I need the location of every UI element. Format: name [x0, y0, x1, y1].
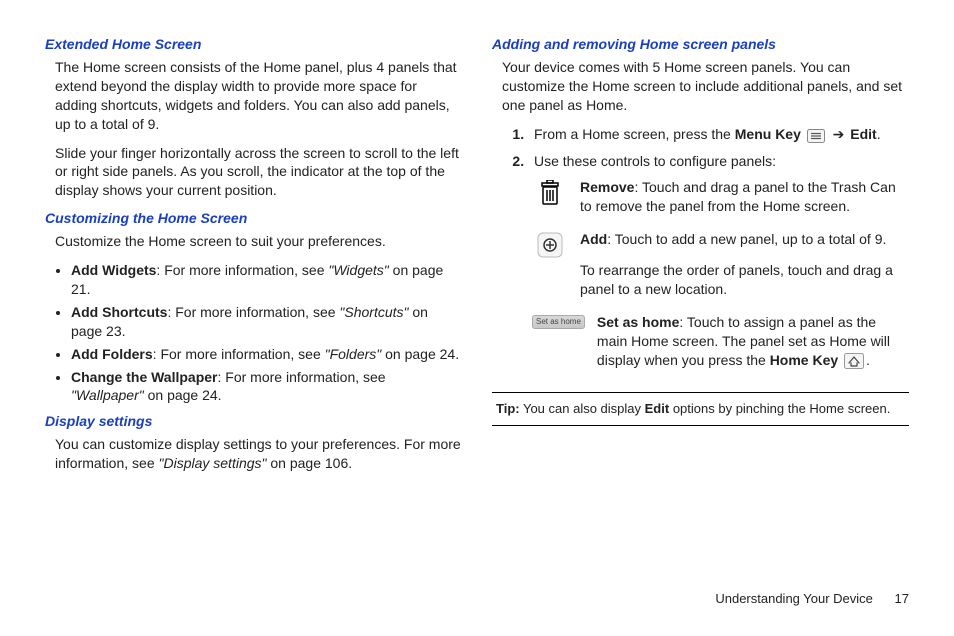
bullet-label: Add Widgets [71, 262, 156, 278]
bullet-ref: "Wallpaper" [71, 387, 144, 403]
control-text: Add: Touch to add a new panel, up to a t… [580, 230, 909, 299]
trash-icon [532, 178, 568, 216]
bullet-post: on page 24. [381, 346, 459, 362]
bullet-ref: "Widgets" [328, 262, 388, 278]
bullet-label: Add Folders [71, 346, 153, 362]
home-key-icon [844, 353, 864, 369]
page-footer: Understanding Your Device 17 [715, 591, 909, 606]
ref-italic: "Display settings" [159, 455, 267, 471]
bullet-pre: : For more information, see [218, 369, 386, 385]
tip-box: Tip: You can also display Edit options b… [492, 392, 909, 427]
steps-list: From a Home screen, press the Menu Key ➔… [500, 125, 909, 171]
control-label: Set as home [597, 314, 679, 330]
tip-label: Tip: [496, 401, 520, 416]
control-label: Add [580, 231, 607, 247]
text: To rearrange the order of panels, touch … [580, 261, 909, 299]
control-remove: Remove: Touch and drag a panel to the Tr… [532, 178, 909, 216]
paragraph: The Home screen consists of the Home pan… [55, 58, 462, 134]
bullet-ref: "Folders" [325, 346, 382, 362]
bullet-label: Change the Wallpaper [71, 369, 218, 385]
list-item: Change the Wallpaper: For more informati… [71, 368, 462, 406]
control-text: Remove: Touch and drag a panel to the Tr… [580, 178, 909, 216]
tip-bold: Edit [645, 401, 670, 416]
list-item: Add Widgets: For more information, see "… [71, 261, 462, 299]
footer-page-number: 17 [895, 591, 909, 606]
control-add: Add: Touch to add a new panel, up to a t… [532, 230, 909, 299]
menu-key-icon [807, 129, 825, 143]
right-column: Adding and removing Home screen panels Y… [492, 30, 909, 483]
home-key-label: Home Key [770, 352, 838, 368]
heading-extended-home: Extended Home Screen [45, 36, 462, 52]
arrow-icon: ➔ [833, 125, 845, 144]
set-as-home-button-graphic: Set as home [532, 315, 585, 329]
text: options by pinching the Home screen. [669, 401, 890, 416]
list-item: Add Folders: For more information, see "… [71, 345, 462, 364]
step-item: From a Home screen, press the Menu Key ➔… [528, 125, 909, 144]
text: on page 106. [266, 455, 352, 471]
menu-key-label: Menu Key [735, 126, 801, 142]
set-as-home-icon: Set as home [532, 313, 585, 370]
bullet-pre: : For more information, see [167, 304, 339, 320]
footer-section: Understanding Your Device [715, 591, 873, 606]
bullet-post: on page 24. [144, 387, 222, 403]
step-item: Use these controls to configure panels: [528, 152, 909, 171]
bullet-ref: "Shortcuts" [339, 304, 408, 320]
list-item: Add Shortcuts: For more information, see… [71, 303, 462, 341]
control-set-home: Set as home Set as home: Touch to assign… [532, 313, 909, 370]
left-column: Extended Home Screen The Home screen con… [45, 30, 462, 483]
paragraph: Your device comes with 5 Home screen pan… [502, 58, 909, 115]
paragraph: You can customize display settings to yo… [55, 435, 462, 473]
text: From a Home screen, press the [534, 126, 735, 142]
bullet-pre: : For more information, see [153, 346, 325, 362]
bullet-label: Add Shortcuts [71, 304, 167, 320]
heading-add-remove-panels: Adding and removing Home screen panels [492, 36, 909, 52]
panel-controls: Remove: Touch and drag a panel to the Tr… [532, 178, 909, 369]
add-icon [532, 230, 568, 299]
heading-display-settings: Display settings [45, 413, 462, 429]
text: You can also display [520, 401, 645, 416]
bullet-pre: : For more information, see [156, 262, 328, 278]
control-text: Set as home: Touch to assign a panel as … [597, 313, 909, 370]
text: . [866, 352, 870, 368]
paragraph: Customize the Home screen to suit your p… [55, 232, 462, 251]
heading-customizing: Customizing the Home Screen [45, 210, 462, 226]
text: : Touch to add a new panel, up to a tota… [607, 231, 886, 247]
text: . [877, 126, 881, 142]
customize-list: Add Widgets: For more information, see "… [45, 261, 462, 405]
paragraph: Slide your finger horizontally across th… [55, 144, 462, 201]
control-label: Remove [580, 179, 634, 195]
edit-label: Edit [850, 126, 876, 142]
